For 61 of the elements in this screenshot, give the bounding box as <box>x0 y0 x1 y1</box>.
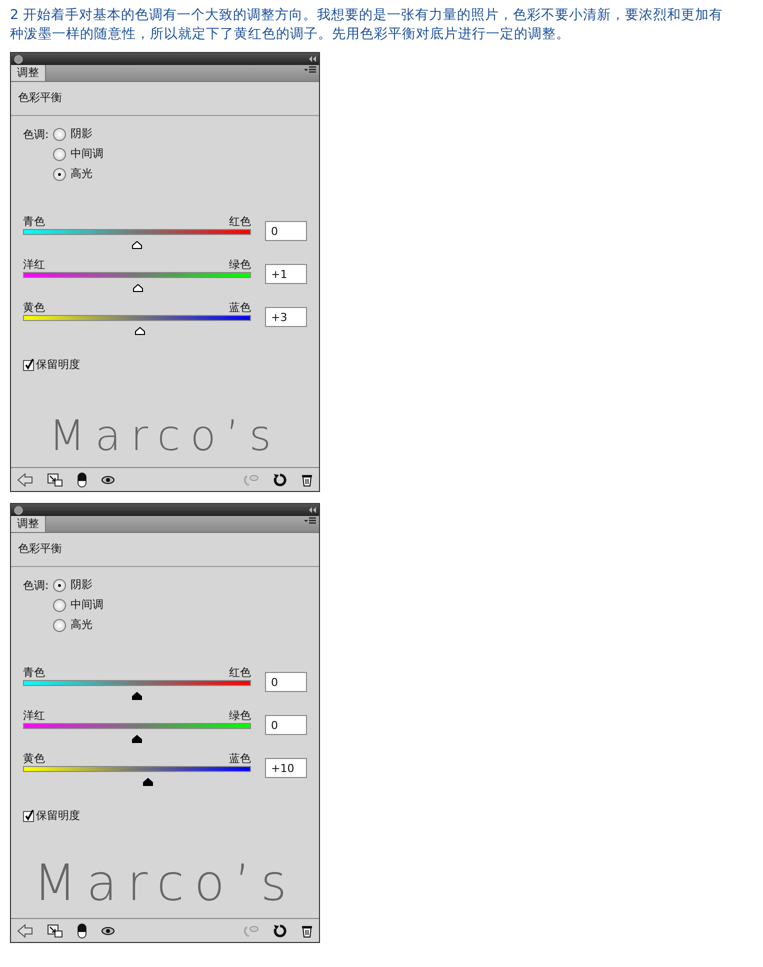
eye-icon[interactable] <box>101 474 115 484</box>
checkbox[interactable] <box>23 360 34 371</box>
tone-label: 色调: <box>23 578 49 594</box>
collapse-icon[interactable] <box>309 507 316 513</box>
slider-label: 黄色 <box>23 751 45 766</box>
slider-label: 蓝色 <box>229 300 251 315</box>
back-arrow-icon[interactable] <box>17 472 33 486</box>
slider-thumb[interactable] <box>132 240 142 249</box>
value-field[interactable]: 0 <box>265 221 307 241</box>
panel-tab[interactable]: 调整 <box>11 65 46 81</box>
value-field[interactable]: +10 <box>265 758 307 778</box>
layer-mask-icon[interactable] <box>77 922 87 938</box>
clip-layer-icon[interactable] <box>47 472 63 486</box>
back-arrow-icon[interactable] <box>17 924 33 938</box>
radio-option[interactable]: 高光 <box>52 615 104 635</box>
slider-label: 洋红 <box>23 708 45 723</box>
reset-icon[interactable] <box>273 472 287 486</box>
panel-heading: 色彩平衡 <box>18 542 62 555</box>
value-field[interactable]: 0 <box>265 715 307 735</box>
checkbox-label[interactable]: 保留明度 <box>36 357 80 374</box>
trash-icon[interactable] <box>301 924 313 938</box>
collapse-icon[interactable] <box>309 56 316 62</box>
menu-icon[interactable] <box>304 516 316 525</box>
layer-mask-icon[interactable] <box>77 472 87 488</box>
radio-option[interactable]: 中间调 <box>52 144 104 164</box>
value-field[interactable]: 0 <box>265 672 307 692</box>
checkbox[interactable] <box>23 810 34 822</box>
slider-label: 绿色 <box>229 257 251 272</box>
close-icon[interactable] <box>14 506 23 514</box>
slider-label: 绿色 <box>229 708 251 723</box>
value-field[interactable]: +1 <box>265 264 307 284</box>
radio-option[interactable]: 中间调 <box>52 595 104 615</box>
value-field[interactable]: +3 <box>265 307 307 327</box>
signature-text: Marco’s <box>32 858 298 908</box>
slider-label: 蓝色 <box>229 751 251 766</box>
radio-option[interactable]: 阴影 <box>52 575 104 595</box>
slider-thumb[interactable] <box>132 692 142 700</box>
slider-label: 黄色 <box>23 300 45 315</box>
slider-label: 青色 <box>23 214 45 229</box>
slider-label: 洋红 <box>23 257 45 272</box>
slider-thumb[interactable] <box>132 734 142 743</box>
eye-icon[interactable] <box>101 926 115 936</box>
radio-option[interactable]: 高光 <box>52 164 104 184</box>
slider-thumb[interactable] <box>135 326 146 335</box>
slider-thumb[interactable] <box>143 778 154 786</box>
slider-thumb[interactable] <box>133 284 144 292</box>
slider-label: 红色 <box>229 665 251 680</box>
instruction-paragraph: 2 开始着手对基本的色调有一个大致的调整方向。我想要的是一张有力量的照片，色彩不要小清新，要浓烈和更加有种泼墨一样的随意性，所以就定下了黄红色的调子。先用色彩平衡对底片进行一定的调整。 <box>10 6 724 44</box>
slider-label: 红色 <box>229 214 251 229</box>
signature-text: Marco’s <box>48 415 282 457</box>
tone-label: 色调: <box>23 127 49 143</box>
clip-layer-icon[interactable] <box>47 924 63 938</box>
slider-label: 青色 <box>23 665 45 680</box>
close-icon[interactable] <box>14 54 23 64</box>
trash-icon[interactable] <box>301 472 313 486</box>
menu-icon[interactable] <box>304 66 316 74</box>
panel-tab[interactable]: 调整 <box>11 516 46 532</box>
panel-heading: 色彩平衡 <box>18 91 62 104</box>
radio-option[interactable]: 阴影 <box>52 124 104 144</box>
reset-icon[interactable] <box>273 924 287 938</box>
checkbox-label[interactable]: 保留明度 <box>36 808 80 824</box>
